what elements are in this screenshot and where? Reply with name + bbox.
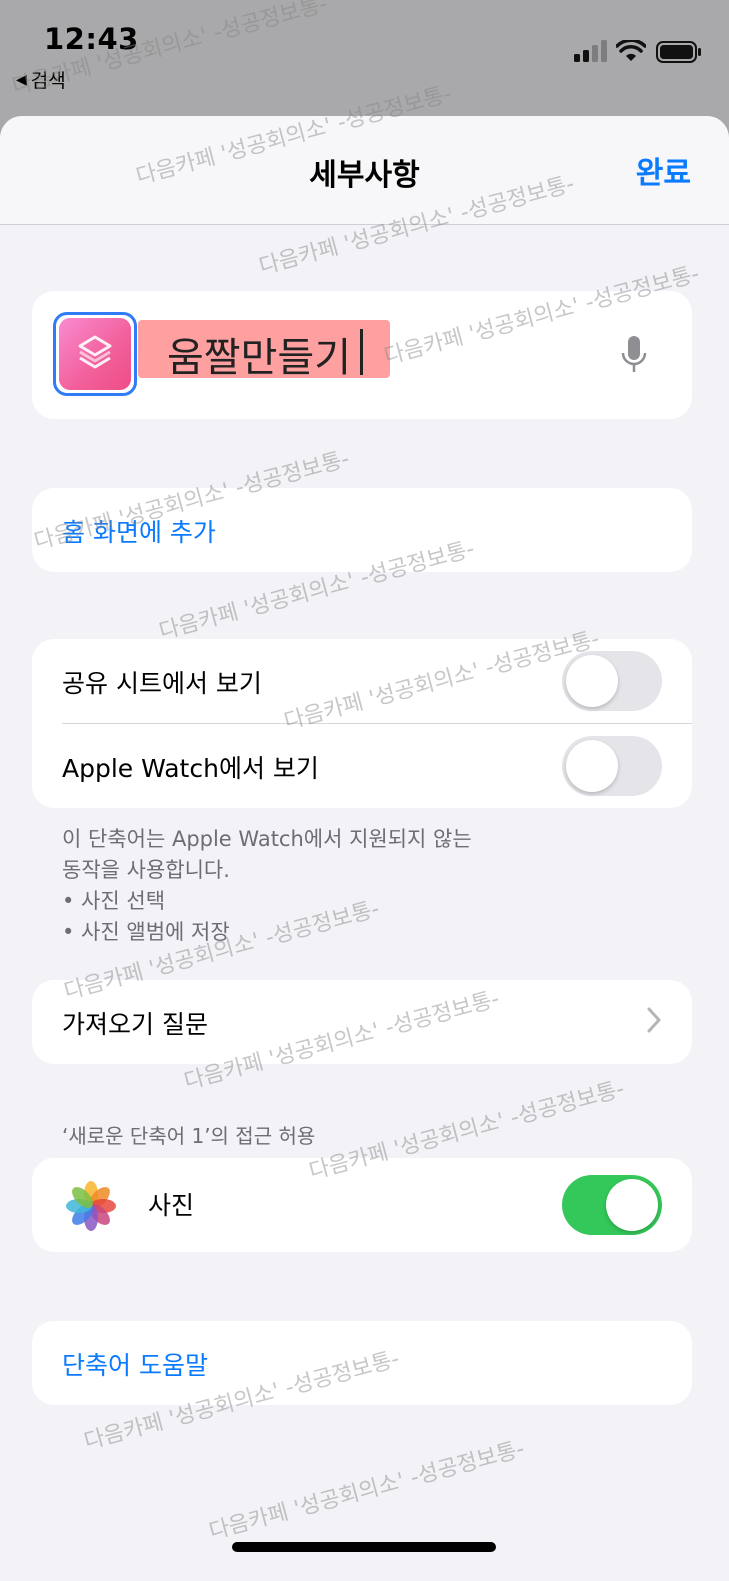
home-indicator (232, 1542, 496, 1552)
shortcut-name-input[interactable]: 움짤만들기 (167, 325, 351, 383)
shortcut-name-card: 움짤만들기 (32, 291, 692, 419)
visibility-toggles-card: 공유 시트에서 보기 Apple Watch에서 보기 (32, 639, 692, 808)
wifi-icon (616, 40, 646, 61)
status-time: 12:43 (44, 22, 139, 56)
microphone-icon[interactable] (620, 335, 648, 377)
note-bullet: • 사진 앨범에 저장 (62, 920, 230, 944)
photos-access-card: 사진 (32, 1158, 692, 1252)
shortcut-icon-button[interactable] (53, 312, 137, 396)
shortcuts-help-card[interactable]: 단축어 도움말 (32, 1321, 692, 1405)
photos-label: 사진 (148, 1191, 195, 1220)
toggle-knob (566, 655, 618, 707)
done-button[interactable]: 완료 (636, 148, 691, 192)
toggle-knob (566, 740, 618, 792)
photos-app-icon (66, 1181, 116, 1231)
back-to-search-link[interactable]: ◀ 검색 (16, 66, 66, 93)
import-questions-label: 가져오기 질문 (62, 1010, 208, 1039)
apple-watch-toggle[interactable] (562, 736, 662, 796)
photos-access-toggle[interactable] (562, 1175, 662, 1235)
add-to-home-button[interactable]: 홈 화면에 추가 (62, 513, 216, 549)
access-section-header: ‘새로운 단축어 1’의 접근 허용 (62, 1124, 316, 1148)
note-line: 이 단축어는 Apple Watch에서 지원되지 않는 (62, 827, 472, 851)
back-triangle-icon: ◀ (16, 71, 27, 88)
share-sheet-toggle[interactable] (562, 651, 662, 711)
import-questions-card[interactable]: 가져오기 질문 (32, 980, 692, 1064)
share-sheet-label: 공유 시트에서 보기 (62, 669, 262, 698)
watch-unsupported-note: 이 단축어는 Apple Watch에서 지원되지 않는 동작을 사용합니다. … (62, 824, 472, 948)
cellular-signal-icon (574, 40, 607, 62)
shortcuts-help-button[interactable]: 단축어 도움말 (62, 1346, 208, 1382)
battery-icon (656, 41, 701, 63)
note-line: 동작을 사용합니다. (62, 858, 230, 882)
apple-watch-label: Apple Watch에서 보기 (62, 754, 319, 783)
toggle-knob (606, 1179, 658, 1231)
shortcuts-icon (59, 318, 131, 390)
page-title: 세부사항 (309, 158, 420, 193)
chevron-right-icon (647, 1007, 661, 1033)
row-divider (62, 723, 692, 724)
note-bullet: • 사진 선택 (62, 889, 166, 913)
back-label: 검색 (30, 70, 66, 92)
text-cursor (360, 329, 363, 375)
add-to-home-card[interactable]: 홈 화면에 추가 (32, 488, 692, 572)
nav-bar: 세부사항 완료 (0, 116, 729, 225)
details-sheet: 세부사항 완료 움짤만들기 홈 화면에 추가 공유 시트에서 보기 Apple … (0, 116, 729, 1581)
